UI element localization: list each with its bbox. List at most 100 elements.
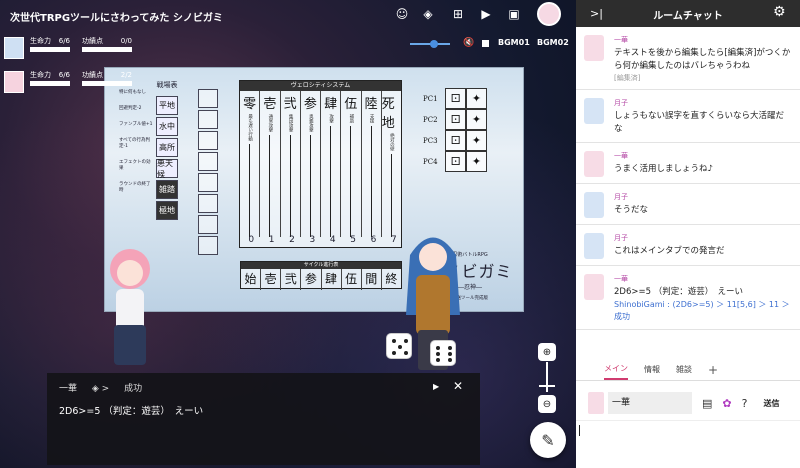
scene-icon[interactable]: ▣ [506,6,522,22]
chat-message[interactable]: 一華 うまく活用しましょうね♪ [576,143,800,184]
velocity-label: 死地 [381,97,395,131]
message-text: これはメインタブでの発言だ [614,246,725,256]
velocity-number: 4 [329,235,336,245]
velocity-column: 参奥義攻撃 [301,91,321,237]
velocity-line [390,154,392,237]
pc-cell[interactable]: ✦ [466,88,487,109]
velocity-label: 肆 [324,97,338,112]
terrain-cell[interactable]: 悪天候 [156,159,178,179]
zoom-track[interactable] [546,362,548,392]
close-icon[interactable]: ✕ [453,379,463,393]
edit-fab-button[interactable]: ✎ [530,422,566,458]
terrain-cell[interactable]: 雑踏 [156,180,178,199]
terrain-cell[interactable]: 平地 [156,96,178,115]
velocity-column: 肆攻撃 [321,91,342,237]
velocity-desc: 集団攻撃 [288,114,294,132]
palette-icon[interactable]: ✿ [722,397,731,410]
pc-cell[interactable]: ⚀ [445,88,466,109]
note: エフェクトの効果 [119,160,151,171]
add-tab-icon[interactable]: + [708,363,718,377]
list-icon[interactable]: ▤ [702,397,712,410]
volume-slider[interactable] [410,40,450,48]
pc-row: PC2 ⚀ ✦ [423,109,487,130]
chat-message[interactable]: 月子 そうだな [576,184,800,225]
zoom-in-button[interactable]: ⊕ [538,343,556,361]
dice-result-status: 成功 [124,384,143,394]
chat-tabs: メイン 情報 雑談 + [576,359,800,381]
chat-message[interactable]: 月子 しょうもない誤字を直すくらいなら大活躍だな [576,90,800,143]
die[interactable] [430,340,456,366]
velocity-column: 伍補助 [341,91,362,237]
tab-main[interactable]: メイン [604,363,628,380]
tab-info[interactable]: 情報 [644,364,660,375]
life-stat: 生命力 6/6 [30,37,70,59]
life-stat: 生命力 6/6 [30,71,70,93]
pc-cell[interactable]: ✦ [466,151,487,172]
character-portrait[interactable] [4,37,24,59]
stat-bar [30,81,70,86]
mute-icon[interactable]: 🔇 [463,38,474,48]
terrain-cell[interactable]: 水中 [156,117,178,136]
play-icon[interactable]: ▶ [433,382,439,391]
pc-cell[interactable]: ✦ [466,109,487,130]
zoom-knob[interactable] [539,385,555,387]
dice-roll-result: ShinobiGami : (2D6>=5) ＞ 11[5,6] ＞ 11 ＞ … [614,300,790,321]
add-note-icon[interactable]: ⊞ [450,6,466,22]
message-body: 月子 これはメインタブでの発言だ [614,233,792,259]
pc-row: PC3 ⚀ ✦ [423,130,487,151]
pc-cell[interactable]: ⚀ [445,151,466,172]
game-stage[interactable]: 次世代TRPGツールにさわってみた シノビガミ ☺ ◈ ⊞ ▶ ▣ 生命力 6/6… [0,0,576,468]
chat-messages[interactable]: 一華 テキストを後から編集したら[編集済]がつくから何か編集したのはバレちゃうわね… [576,27,800,347]
cycle-cells: 始壱弐参肆伍間終 [241,269,401,290]
user-avatar[interactable] [537,2,561,26]
message-body: 月子 しょうもない誤字を直すくらいなら大活躍だな [614,98,792,136]
layers-icon[interactable]: ◈ [420,6,436,22]
help-icon[interactable]: ? [742,397,748,410]
stop-icon[interactable] [482,40,489,47]
die[interactable] [386,333,412,359]
bgm-track-2[interactable]: BGM02 [537,38,569,47]
status-row-1[interactable]: 生命力 6/6 功績点 0/0 [4,37,132,59]
chat-textarea[interactable] [576,420,800,468]
tab-chat[interactable]: 雑談 [676,364,692,375]
send-button[interactable]: 送信 [763,398,779,409]
chat-message[interactable]: 一華 テキストを後から編集したら[編集済]がつくから何か編集したのはバレちゃうわね… [576,27,800,90]
character-pink[interactable] [98,245,162,375]
velocity-label: 陸 [364,97,378,112]
velocity-line [370,126,372,237]
status-row-2[interactable]: 生命力 6/6 功績点 2/2 [4,71,132,93]
cycle-table: サイクル進行表 始壱弐参肆伍間終 [240,261,402,290]
pc-cell[interactable]: ⚀ [445,109,466,130]
pc-cell[interactable]: ✦ [466,130,487,151]
message-author: 一華 [614,36,628,44]
character-portrait[interactable] [4,71,24,93]
bgm-track-1[interactable]: BGM01 [498,38,530,47]
velocity-desc: 支援 [369,114,375,123]
terrain-cell[interactable]: 極地 [156,201,178,220]
emoji-icon[interactable]: ☺ [394,6,410,22]
dice-result-message: 2D6>=5 （判定：遊芸） えーい [59,406,204,417]
velocity-columns: 零最も遅い行動壱通常攻撃弐集団攻撃参奥義攻撃肆攻撃伍補助陸支援 死地 絶対の壁 [240,91,401,237]
speaker-avatar[interactable] [588,392,604,414]
chat-message[interactable]: 一華 2D6>=5 （判定：遊芸） えーい ShinobiGami : (2D6>=… [576,266,800,330]
message-body: 一華 テキストを後から編集したら[編集済]がつくから何か編集したのはバレちゃうわね… [614,35,792,83]
gear-icon[interactable]: ⚙ [773,4,786,20]
top-bar: 次世代TRPGツールにさわってみた シノビガミ ☺ ◈ ⊞ ▶ ▣ [0,0,576,30]
screen-icon[interactable]: ▶ [478,6,494,22]
chat-input-header: 一華 ▤ ✿ ? 送信 [576,388,800,418]
message-author: 一華 [614,275,628,283]
note: 回避判定-2 [119,106,142,111]
terrain-cell[interactable]: 高所 [156,138,178,157]
pc-row: PC4 ⚀ ✦ [423,151,487,172]
message-avatar [584,98,604,124]
note: ファンブル値+1 [119,122,153,127]
velocity-line [289,135,291,237]
message-text: しょうもない誤字を直すくらいなら大活躍だな [614,111,785,134]
text-caret [579,425,580,436]
message-avatar [584,233,604,259]
zoom-out-button[interactable]: ⊖ [538,395,556,413]
speaker-name-field[interactable]: 一華 [608,392,692,414]
pc-cell[interactable]: ⚀ [445,130,466,151]
pc-table: PC1 ⚀ ✦ PC2 ⚀ ✦ PC3 ⚀ ✦ PC4 ⚀ ✦ [423,88,487,172]
chat-message[interactable]: 月子 これはメインタブでの発言だ [576,225,800,266]
